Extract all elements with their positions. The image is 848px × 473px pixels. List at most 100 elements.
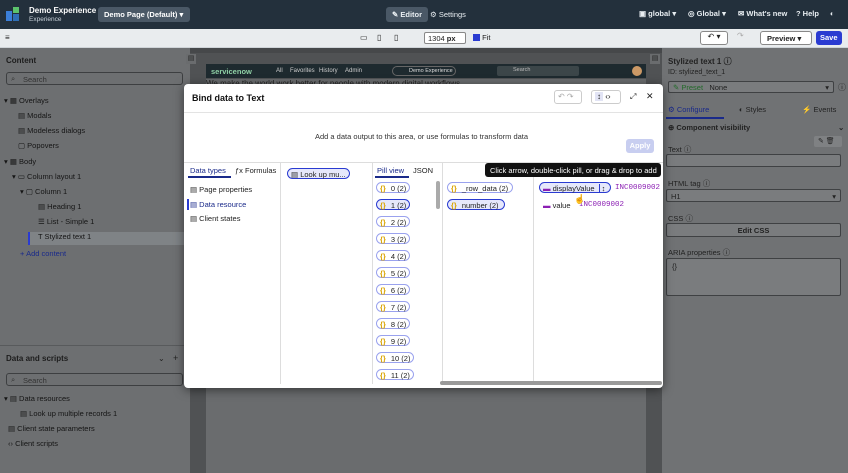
resource-pill[interactable]: ▤ Look up mu... bbox=[287, 168, 350, 179]
app-type: Experience bbox=[29, 16, 62, 23]
tab-data-types[interactable]: Data types bbox=[190, 166, 226, 175]
html-tag-select[interactable]: H1 ▾ bbox=[666, 189, 841, 202]
value-pill[interactable]: ▬ value bbox=[539, 199, 575, 210]
right-panel: Stylized text 1 ⓘ ID: stylized_text_1 ✎ … bbox=[662, 48, 848, 473]
undo-button[interactable]: ↶ ▾ bbox=[700, 31, 728, 45]
tab-json[interactable]: JSON bbox=[413, 166, 433, 175]
types-column: Data types ƒx Formulas ▤ Page properties… bbox=[184, 162, 281, 384]
number-pill[interactable]: {} number (2) bbox=[447, 199, 505, 210]
visibility-section[interactable]: ⊕ Component visibility ⌄ bbox=[668, 123, 844, 132]
apply-button[interactable]: Apply bbox=[626, 139, 654, 153]
tree-modals[interactable]: ▤ Modals bbox=[18, 111, 51, 120]
chevron-down-icon[interactable]: ⌄ bbox=[158, 354, 165, 363]
modal-hint: Add a data output to this area, or use f… bbox=[315, 132, 529, 141]
tab-formulas[interactable]: ƒx Formulas bbox=[235, 166, 276, 175]
tree-body[interactable]: ▾ ▦ Body bbox=[4, 157, 36, 166]
index-pill-9[interactable]: {} 9 (2) bbox=[376, 335, 410, 346]
index-column: Pill view JSON {} 0 (2) {} 1 (2) {} 2 (2) {… bbox=[373, 162, 443, 384]
text-field[interactable] bbox=[666, 154, 841, 167]
undo-redo-group[interactable]: ↶ ↷ bbox=[554, 90, 582, 104]
tree-lookup[interactable]: ▤ Look up multiple records 1 bbox=[20, 409, 117, 418]
type-client-states[interactable]: ▤ Client states bbox=[190, 214, 240, 223]
tree-heading[interactable]: ▤ Heading 1 bbox=[38, 202, 81, 211]
props-title: Stylized text 1 ⓘ bbox=[668, 57, 732, 66]
value-text: INC0009002 bbox=[579, 201, 625, 209]
preview-header: servicenow All Favorites History Admin D… bbox=[206, 64, 646, 78]
index-pill-11[interactable]: {} 11 (2) bbox=[376, 369, 414, 380]
pencil-icon: ✎ bbox=[392, 10, 399, 19]
app-name: Demo Experience bbox=[29, 6, 97, 15]
mobile-icon[interactable]: ▯ bbox=[394, 33, 398, 42]
modal-title: Bind data to Text bbox=[192, 93, 265, 103]
tree-list[interactable]: ☰ List - Simple 1 bbox=[38, 217, 94, 226]
app-logo-icon bbox=[6, 7, 19, 21]
index-pill-0[interactable]: {} 0 (2) bbox=[376, 182, 410, 193]
type-data-resource[interactable]: ▤ Data resource bbox=[190, 200, 246, 209]
tree-stylized-text[interactable]: T Stylized text 1 bbox=[28, 232, 188, 245]
horizontal-scrollbar[interactable] bbox=[440, 381, 662, 385]
index-pill-1[interactable]: {} 1 (2) bbox=[376, 199, 410, 210]
close-icon[interactable]: ✕ bbox=[646, 91, 654, 102]
tab-events[interactable]: ⚡ Events bbox=[802, 105, 836, 114]
display-value-pill[interactable]: ▬ displayValue ↕ bbox=[539, 182, 611, 193]
preview-button[interactable]: Preview ▾ bbox=[760, 31, 812, 45]
panel-toggle-icon[interactable]: ▤ bbox=[186, 54, 196, 64]
tab-pill-view[interactable]: Pill view bbox=[377, 166, 404, 175]
bind-actions[interactable]: ✎ 🗑 bbox=[814, 136, 842, 147]
tooltip: Click arrow, double-click pill, or drag … bbox=[485, 163, 661, 177]
cursor-pointer-icon: ☝ bbox=[574, 194, 586, 204]
page-selector[interactable]: Demo Page (Default) ▾ bbox=[98, 7, 190, 22]
tab-styles[interactable]: ◐ Styles bbox=[739, 105, 766, 114]
tree-client-state[interactable]: ▤ Client state parameters bbox=[8, 424, 95, 433]
expand-icon[interactable]: ⤢ bbox=[630, 92, 636, 102]
tree-data-resources[interactable]: ▾ ▤ Data resources bbox=[4, 394, 70, 403]
add-content-link[interactable]: + Add content bbox=[20, 249, 66, 258]
index-pill-10[interactable]: {} 10 (2) bbox=[376, 352, 414, 363]
index-pill-6[interactable]: {} 6 (2) bbox=[376, 284, 410, 295]
row-data-pill[interactable]: {} _row_data (2) bbox=[447, 182, 513, 193]
index-pill-7[interactable]: {} 7 (2) bbox=[376, 301, 410, 312]
type-page-properties[interactable]: ▤ Page properties bbox=[190, 185, 252, 194]
contrast-icon[interactable]: ◐ bbox=[830, 9, 835, 18]
help-link[interactable]: ? Help bbox=[796, 9, 819, 18]
field-column: {} _row_data (2) {} number (2) bbox=[443, 162, 534, 384]
editor-toolbar: ≡ ▭ ▯ ▯ 1304 px Fit ↶ ▾ ↷ Preview ▾ Save bbox=[0, 29, 848, 48]
fit-checkbox[interactable]: Fit bbox=[473, 33, 490, 42]
scope-global[interactable]: ▣ global ▾ bbox=[639, 9, 676, 18]
tree-popovers[interactable]: ▢ Popovers bbox=[18, 141, 59, 150]
whats-new-link[interactable]: ✉ What's new bbox=[738, 9, 787, 18]
content-search-input[interactable]: ⌕ Search bbox=[6, 72, 183, 85]
top-bar: Demo Experience Experience Demo Page (De… bbox=[0, 0, 848, 29]
view-toggle[interactable]: ↕ ‹› bbox=[591, 90, 621, 104]
tree-column-layout[interactable]: ▾ ▭ Column layout 1 bbox=[12, 172, 81, 181]
props-id: ID: stylized_text_1 bbox=[668, 69, 726, 76]
search-icon: ⌕ bbox=[11, 74, 16, 83]
tree-modeless[interactable]: ▤ Modeless dialogs bbox=[18, 126, 85, 135]
tab-configure[interactable]: ⚙ Configure bbox=[668, 105, 709, 114]
preset-select[interactable]: ✎ Preset None ▾ bbox=[668, 81, 834, 93]
scrollbar[interactable] bbox=[436, 181, 440, 209]
desktop-icon[interactable]: ▭ bbox=[360, 33, 368, 42]
index-pill-5[interactable]: {} 5 (2) bbox=[376, 267, 410, 278]
tablet-icon[interactable]: ▯ bbox=[377, 33, 381, 42]
edit-css-button[interactable]: Edit CSS bbox=[666, 223, 841, 237]
app-global[interactable]: ◎ Global ▾ bbox=[688, 9, 726, 18]
tree-column[interactable]: ▾ ▢ Column 1 bbox=[20, 187, 67, 196]
index-pill-3[interactable]: {} 3 (2) bbox=[376, 233, 410, 244]
index-pill-2[interactable]: {} 2 (2) bbox=[376, 216, 410, 227]
save-button[interactable]: Save bbox=[816, 31, 842, 45]
left-panel: Content ⌕ Search ▾ ▦ Overlays ▤ Modals ▤ … bbox=[0, 48, 190, 473]
collapse-panel-icon[interactable]: ≡ bbox=[5, 33, 10, 42]
tree-overlays[interactable]: ▾ ▦ Overlays bbox=[4, 96, 49, 105]
index-pill-8[interactable]: {} 8 (2) bbox=[376, 318, 410, 329]
redo-icon[interactable]: ↷ bbox=[737, 31, 751, 45]
index-pill-4[interactable]: {} 4 (2) bbox=[376, 250, 410, 261]
add-icon[interactable]: + bbox=[173, 353, 178, 363]
aria-field[interactable]: {} bbox=[666, 258, 841, 296]
tree-client-scripts[interactable]: ‹› Client scripts bbox=[8, 439, 58, 448]
editor-button[interactable]: ✎ Editor bbox=[386, 7, 429, 22]
width-input[interactable]: 1304 px bbox=[424, 32, 466, 44]
scripts-search-input[interactable]: ⌕ Search bbox=[6, 373, 183, 386]
settings-button[interactable]: ⚙ Settings bbox=[424, 7, 472, 22]
panel-toggle-icon[interactable]: ▤ bbox=[650, 54, 660, 64]
